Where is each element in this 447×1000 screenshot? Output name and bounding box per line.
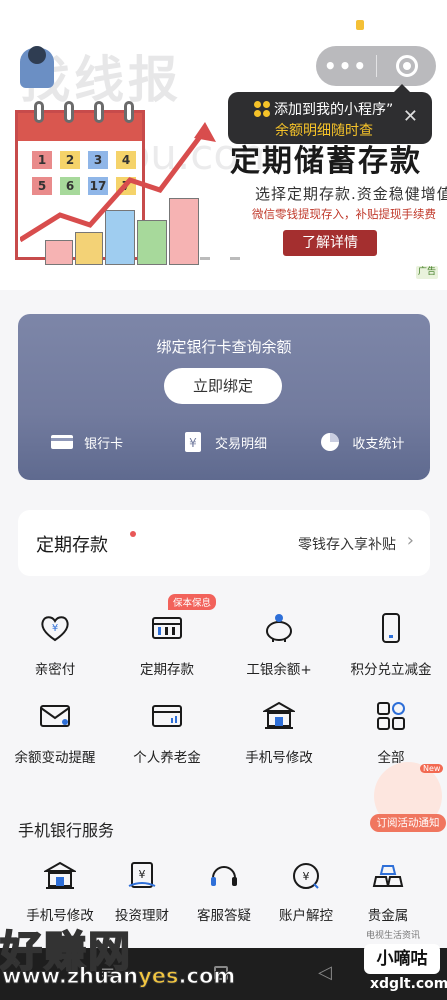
grid-item-family-pay[interactable]: ¥ 亲密付 bbox=[0, 612, 110, 678]
grid-item-fixed-deposit[interactable]: 定期存款 bbox=[112, 612, 222, 678]
transaction-detail-icon: ¥ bbox=[184, 432, 201, 452]
grid-label: 积分兑立减金 bbox=[350, 662, 432, 678]
income-stats-entry[interactable]: 收支统计 bbox=[293, 432, 430, 452]
trend-arrow-icon bbox=[20, 122, 216, 243]
guarantee-badge: 保本保息 bbox=[168, 594, 217, 610]
mail-alert-icon bbox=[40, 705, 70, 727]
services-section-title: 手机银行服务 bbox=[18, 821, 115, 840]
learn-more-button[interactable]: 了解详情 bbox=[283, 230, 377, 256]
ad-badge: 广告 bbox=[416, 266, 438, 279]
target-icon bbox=[395, 55, 418, 77]
service-account-unlock[interactable]: ¥ 账户解控 bbox=[264, 860, 348, 924]
bank-building-icon bbox=[261, 701, 297, 729]
transaction-detail-entry[interactable]: ¥ 交易明细 bbox=[155, 432, 292, 452]
watermark-brand: 小嘀咕 bbox=[364, 944, 440, 974]
svg-text:¥: ¥ bbox=[189, 436, 197, 450]
piggy-bank-icon bbox=[266, 614, 292, 642]
grid-item-balance-alert[interactable]: 余额变动提醒 bbox=[0, 700, 110, 766]
grid-label: 亲密付 bbox=[34, 662, 76, 678]
service-precious-metals[interactable]: 贵金属 bbox=[346, 860, 430, 924]
more-menu-button[interactable]: ••• bbox=[316, 54, 376, 78]
service-customer-support[interactable]: 客服答疑 bbox=[182, 860, 266, 924]
promo-note: 微信零钱提现存入，补贴提现手续费 bbox=[252, 207, 436, 221]
grid-label: 工银余额+ bbox=[246, 662, 312, 678]
subscribe-label: 订阅活动通知 bbox=[370, 814, 446, 832]
service-label: 客服答疑 bbox=[197, 908, 251, 924]
close-icon[interactable]: ✕ bbox=[403, 106, 418, 127]
back-icon[interactable]: ◁ bbox=[318, 962, 332, 983]
transaction-detail-label: 交易明细 bbox=[214, 436, 267, 452]
investment-icon: ¥ bbox=[128, 862, 156, 888]
carousel-indicator bbox=[200, 257, 240, 260]
service-label: 贵金属 bbox=[367, 908, 409, 924]
svg-text:¥: ¥ bbox=[52, 623, 58, 634]
promo-banner[interactable]: 找线报 Zxbu.com 1 2 3 4 5 6 17 7 ••• 添加到我的小… bbox=[0, 0, 447, 290]
promo-subtitle: 选择定期存款.资金稳健增值 bbox=[255, 185, 447, 203]
subscribe-notification-float[interactable]: New 订阅活动通知 bbox=[370, 762, 446, 834]
bind-card-title: 绑定银行卡查询余额 bbox=[156, 338, 292, 356]
promo-title: 定期储蓄存款 bbox=[230, 144, 422, 179]
grid-item-all[interactable]: 全部 bbox=[336, 700, 446, 766]
tooltip-line-1: 添加到我的小程序” bbox=[274, 102, 394, 118]
income-stats-label: 收支统计 bbox=[352, 436, 405, 452]
bind-card-panel: 绑定银行卡查询余额 立即绑定 银行卡 ¥ 交易明细 收支统计 bbox=[18, 314, 430, 480]
fixed-deposit-title: 定期存款 bbox=[36, 535, 108, 556]
bind-now-button[interactable]: 立即绑定 bbox=[164, 368, 282, 404]
new-badge: New bbox=[420, 764, 444, 773]
grid-all-icon bbox=[377, 702, 405, 730]
heart-yuan-icon: ¥ bbox=[41, 616, 69, 642]
miniprogram-icon bbox=[254, 101, 270, 117]
phone-icon bbox=[382, 613, 400, 643]
grid-label: 个人养老金 bbox=[133, 750, 201, 766]
fixed-deposit-promo: 零钱存入享补贴 bbox=[298, 537, 396, 553]
service-investment[interactable]: ¥ 投资理财 bbox=[100, 860, 184, 924]
grid-label: 定期存款 bbox=[140, 662, 194, 678]
svg-text:¥: ¥ bbox=[303, 870, 310, 883]
miniprogram-capsule: ••• bbox=[316, 46, 436, 86]
grid-label: 余额变动提醒 bbox=[14, 750, 96, 766]
close-miniprogram-button[interactable] bbox=[377, 55, 436, 77]
watermark-tiny: 电视生活资讯 bbox=[366, 931, 421, 941]
watermark-brand-url: xdglt.com bbox=[370, 976, 447, 992]
unlock-account-icon: ¥ bbox=[293, 863, 319, 889]
pie-chart-icon bbox=[321, 433, 340, 451]
grid-item-points-redeem[interactable]: 积分兑立减金 bbox=[336, 612, 446, 678]
grid-item-phone-change[interactable]: 手机号修改 bbox=[224, 700, 334, 766]
chevron-right-icon: › bbox=[406, 530, 414, 551]
deposit-box-icon bbox=[152, 617, 182, 639]
avatar bbox=[20, 46, 54, 88]
status-indicator bbox=[356, 20, 364, 30]
grid-item-icbc-balance[interactable]: 工银余额+ bbox=[224, 612, 334, 678]
grid-item-pension[interactable]: 个人养老金 bbox=[112, 700, 222, 766]
headset-icon bbox=[211, 866, 237, 886]
bank-card-label: 银行卡 bbox=[84, 436, 124, 452]
svg-text:¥: ¥ bbox=[139, 868, 146, 881]
pension-card-icon bbox=[152, 705, 182, 727]
notification-dot bbox=[130, 531, 136, 537]
grid-label: 手机号修改 bbox=[245, 750, 313, 766]
service-phone-change[interactable]: 手机号修改 bbox=[18, 860, 102, 924]
watermark-bottom-url: www.zhuanyes.com bbox=[1, 964, 236, 989]
gold-bars-icon bbox=[372, 865, 404, 887]
bank-building-icon bbox=[42, 861, 78, 889]
bank-card-entry[interactable]: 银行卡 bbox=[18, 432, 155, 452]
fixed-deposit-card[interactable]: 定期存款 零钱存入享补贴 › bbox=[18, 510, 430, 576]
bank-card-icon bbox=[51, 435, 74, 449]
service-label: 账户解控 bbox=[279, 908, 333, 924]
